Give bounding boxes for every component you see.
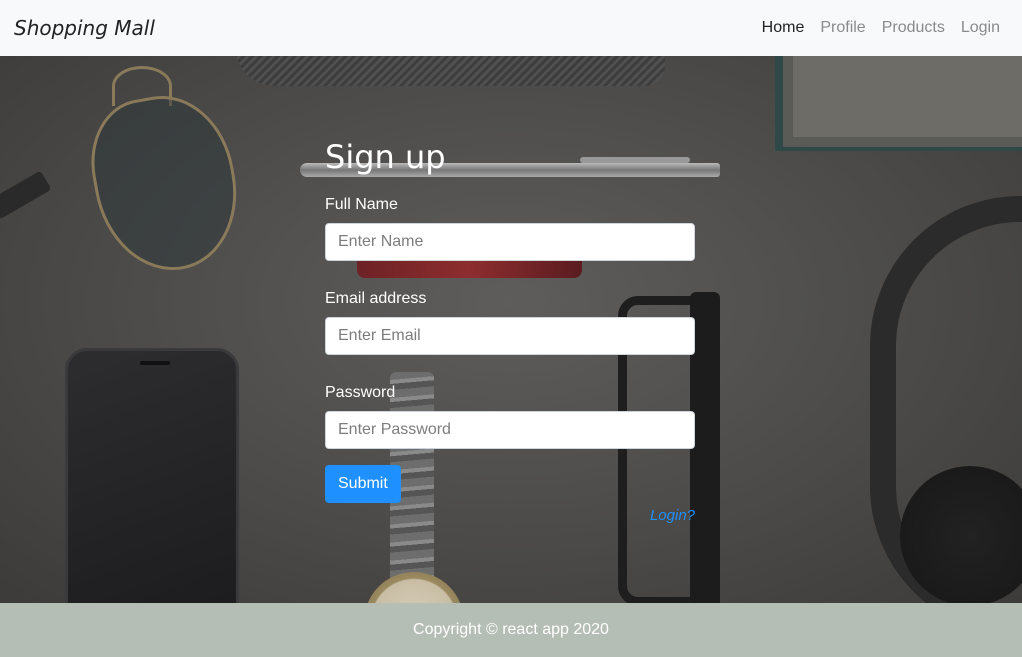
nav-link-products[interactable]: Products [874,19,953,37]
background-sunglasses-image [80,85,250,282]
page-title: Sign up [325,138,446,176]
nav-link-profile[interactable]: Profile [812,19,873,37]
email-label: Email address [325,290,427,307]
nav-link-login[interactable]: Login [953,19,1008,37]
email-group: Email address [325,289,695,355]
copyright-text: Copyright © react app 2020 [413,621,609,638]
email-input[interactable] [325,317,695,355]
submit-button[interactable]: Submit [325,465,401,503]
background-pencil-image [0,170,52,220]
login-link[interactable]: Login? [325,507,695,524]
full-name-label: Full Name [325,196,398,213]
background-phone-image [65,348,239,603]
background-watch-face-image [364,572,464,603]
navbar: Shopping Mall Home Profile Products Logi… [0,0,1022,56]
full-name-input[interactable] [325,223,695,261]
password-input[interactable] [325,411,695,449]
brand-logo-link[interactable]: Shopping Mall [14,16,155,40]
password-label: Password [325,384,396,401]
nav-links: Home Profile Products Login [754,19,1008,37]
signup-form: Sign up Full Name Email address Password… [325,137,695,524]
background-book-image [775,56,1022,151]
full-name-group: Full Name [325,195,695,261]
background-cloth-image [235,56,665,86]
footer: Copyright © react app 2020 [0,603,1022,657]
password-group: Password [325,383,695,449]
nav-link-home[interactable]: Home [754,19,813,37]
